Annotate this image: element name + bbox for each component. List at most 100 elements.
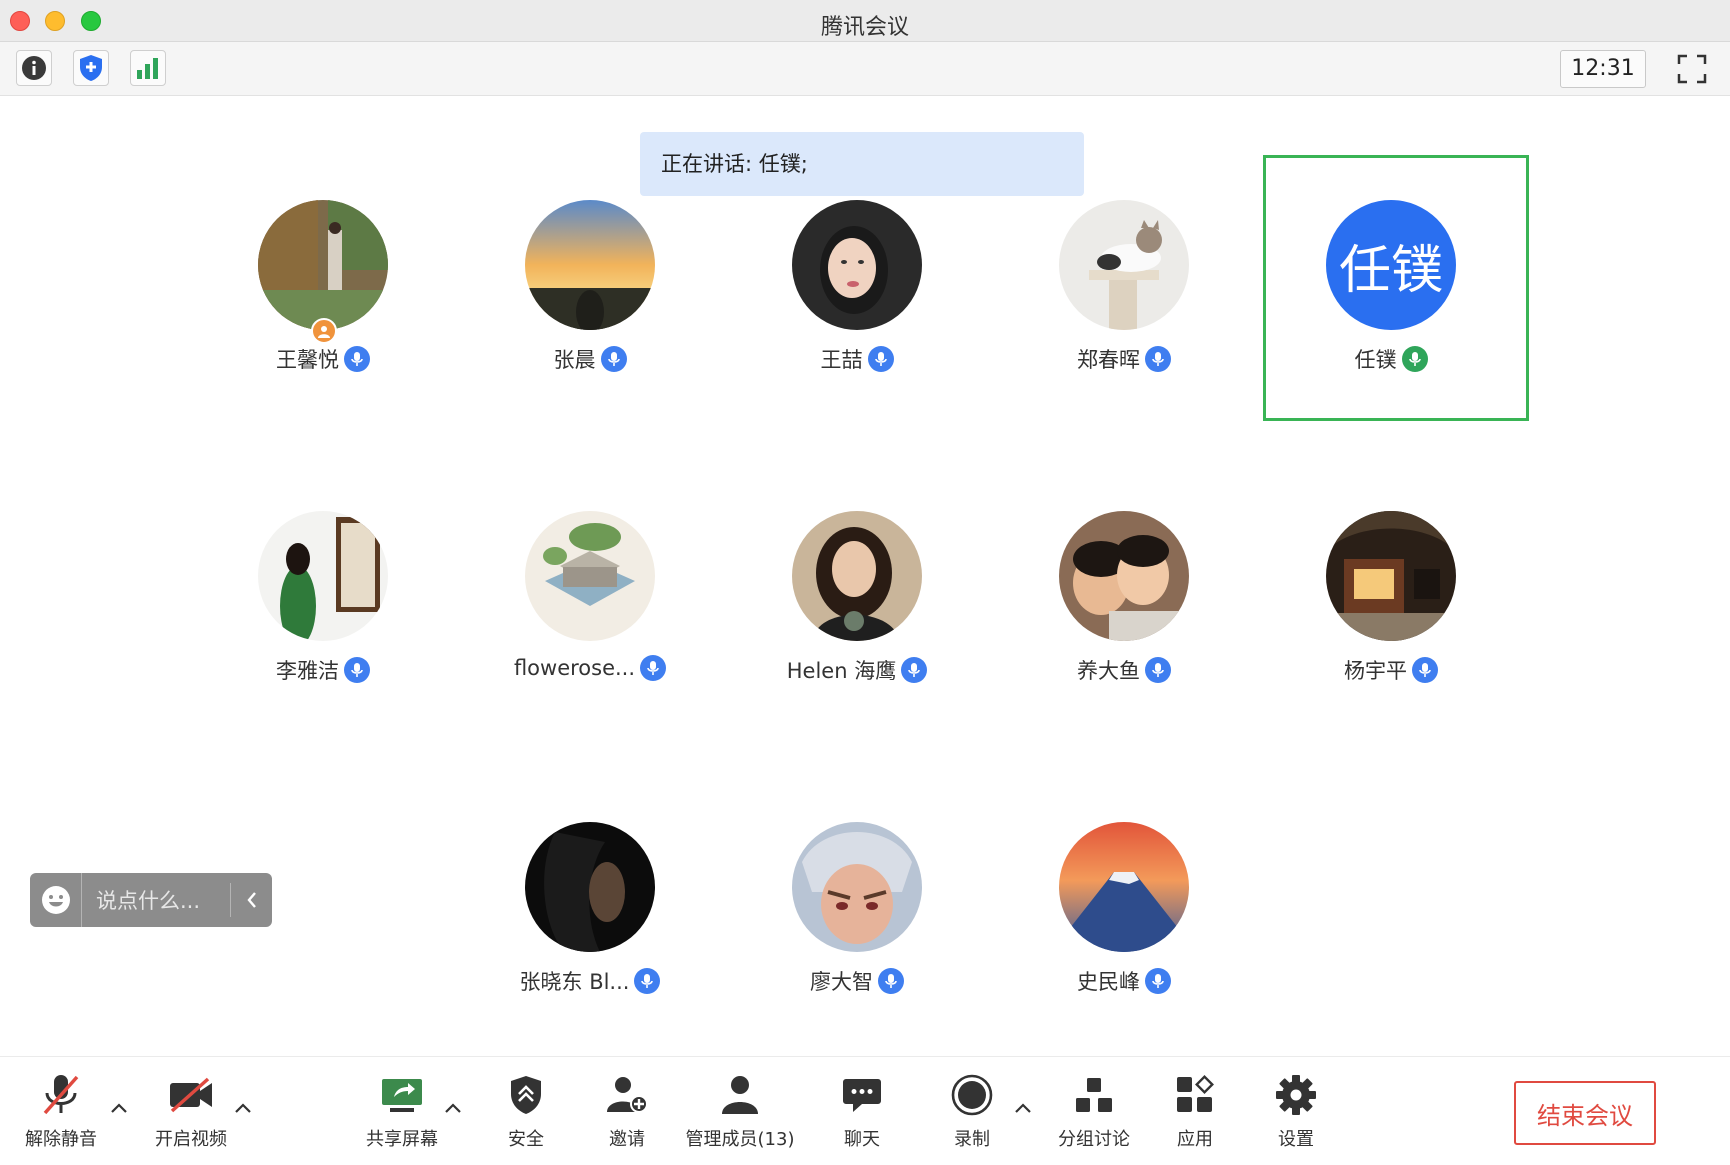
participant-name-row: 史民峰 — [1004, 966, 1244, 996]
network-signal-button[interactable] — [130, 50, 166, 86]
avatar — [525, 822, 655, 952]
avatar — [792, 511, 922, 641]
participant-name-row: 养大鱼 — [1004, 655, 1244, 685]
microphone-icon — [1145, 346, 1171, 372]
participant-name-row: Helen 海鹰 — [737, 655, 977, 685]
participant-name: 廖大智 — [810, 970, 873, 994]
breakout-rooms-button[interactable]: 分组讨论 — [1054, 1073, 1134, 1153]
share-screen-label: 共享屏幕 — [366, 1129, 438, 1150]
avatar — [792, 822, 922, 952]
avatar — [525, 200, 655, 330]
participant-name: 张晨 — [553, 348, 596, 372]
emoji-button[interactable] — [30, 873, 82, 927]
record-icon — [951, 1074, 993, 1116]
settings-label: 设置 — [1278, 1129, 1314, 1150]
participant-name-row: 王馨悦 — [203, 344, 443, 374]
avatar — [1326, 511, 1456, 641]
security-status-button[interactable] — [73, 50, 109, 86]
window-title: 腾讯会议 — [820, 15, 909, 40]
speaking-banner: 正在讲话: 任镤; — [640, 132, 1084, 196]
microphone-icon — [1145, 657, 1171, 683]
avatar — [525, 511, 655, 641]
participant-tile[interactable]: 张晨 — [470, 200, 710, 400]
shield-icon — [80, 55, 102, 81]
chat-button[interactable]: 聊天 — [832, 1073, 892, 1153]
participant-tile[interactable]: 郑春晖 — [1004, 200, 1244, 400]
chat-label: 聊天 — [844, 1129, 880, 1150]
participant-tile[interactable]: 任镤 任镤 — [1271, 200, 1511, 400]
participant-name: 杨宇平 — [1344, 659, 1407, 683]
share-screen-icon — [382, 1079, 422, 1112]
participant-name: flowerose... — [513, 656, 636, 680]
meeting-info-button[interactable] — [16, 50, 52, 86]
bottom-toolbar: 解除静音 开启视频 共享屏幕 安全 邀请 管理成员(13) 聊天 录制 分组讨论… — [0, 1056, 1730, 1165]
participant-tile[interactable]: 史民峰 — [1004, 822, 1244, 1022]
share-screen-button[interactable]: 共享屏幕 — [362, 1073, 442, 1153]
apps-button[interactable]: 应用 — [1165, 1073, 1225, 1153]
microphone-speaking-icon — [1401, 346, 1428, 372]
start-video-label: 开启视频 — [155, 1129, 227, 1150]
participant-name: 王喆 — [820, 348, 863, 372]
members-icon — [722, 1076, 758, 1114]
avatar-initials: 任镤 — [1326, 200, 1456, 330]
participant-name: 养大鱼 — [1077, 659, 1140, 683]
avatar — [1059, 511, 1189, 641]
microphone-icon — [1412, 657, 1438, 683]
avatar — [258, 200, 388, 330]
microphone-muted-icon — [43, 1075, 79, 1115]
invite-button[interactable]: 邀请 — [597, 1073, 657, 1153]
title-bar: 腾讯会议 — [0, 0, 1730, 42]
record-button[interactable]: 录制 — [942, 1073, 1002, 1153]
participant-name: 王馨悦 — [276, 348, 339, 372]
manage-members-label: 管理成员(13) — [685, 1129, 795, 1150]
manage-members-button[interactable]: 管理成员(13) — [680, 1073, 800, 1153]
participant-tile[interactable]: 王馨悦 — [203, 200, 443, 400]
gear-icon — [1276, 1075, 1316, 1115]
apps-label: 应用 — [1177, 1129, 1213, 1150]
participant-name: 史民峰 — [1077, 970, 1140, 994]
breakout-label: 分组讨论 — [1058, 1129, 1130, 1150]
audio-options-chevron-icon[interactable] — [110, 1101, 128, 1115]
participant-tile[interactable]: 杨宇平 — [1271, 511, 1511, 711]
fullscreen-button[interactable] — [1675, 52, 1709, 86]
chat-input[interactable]: 说点什么... — [82, 885, 230, 915]
security-label: 安全 — [508, 1129, 544, 1150]
participant-name-row: flowerose... — [470, 655, 710, 681]
participant-tile[interactable]: 李雅洁 — [203, 511, 443, 711]
record-options-chevron-icon[interactable] — [1014, 1101, 1032, 1115]
start-video-button[interactable]: 开启视频 — [152, 1073, 230, 1153]
participant-name-row: 张晓东 Bl... — [470, 966, 710, 996]
security-button[interactable]: 安全 — [496, 1073, 556, 1153]
avatar — [792, 200, 922, 330]
settings-button[interactable]: 设置 — [1266, 1073, 1326, 1153]
add-user-icon — [607, 1077, 648, 1113]
share-options-chevron-icon[interactable] — [444, 1101, 462, 1115]
participant-name-row: 郑春晖 — [1004, 344, 1244, 374]
participant-name-row: 廖大智 — [737, 966, 977, 996]
participant-name-row: 王喆 — [737, 344, 977, 374]
shield-icon — [511, 1076, 541, 1114]
unmute-button[interactable]: 解除静音 — [22, 1073, 100, 1153]
chevron-left-icon — [246, 892, 256, 908]
participant-tile[interactable]: 张晓东 Bl... — [470, 822, 710, 1022]
participant-tile[interactable]: 养大鱼 — [1004, 511, 1244, 711]
participant-tile[interactable]: 王喆 — [737, 200, 977, 400]
microphone-icon — [867, 346, 894, 372]
avatar: 任镤 — [1326, 200, 1456, 330]
microphone-icon — [901, 657, 928, 683]
avatar — [1059, 822, 1189, 952]
end-meeting-button[interactable]: 结束会议 — [1514, 1081, 1656, 1145]
participant-name: Helen 海鹰 — [786, 659, 897, 683]
apps-icon — [1177, 1075, 1214, 1112]
chat-input-bar[interactable]: 说点什么... — [30, 873, 272, 927]
participant-name: 任镤 — [1354, 348, 1397, 372]
video-options-chevron-icon[interactable] — [234, 1101, 252, 1115]
microphone-icon — [344, 657, 370, 683]
participant-tile[interactable]: Helen 海鹰 — [737, 511, 977, 711]
participant-tile[interactable]: flowerose... — [470, 511, 710, 711]
participant-name-row: 杨宇平 — [1271, 655, 1511, 685]
collapse-chat-button[interactable] — [230, 883, 272, 917]
microphone-icon — [878, 968, 904, 994]
camera-off-icon — [170, 1077, 212, 1113]
participant-tile[interactable]: 廖大智 — [737, 822, 977, 1022]
